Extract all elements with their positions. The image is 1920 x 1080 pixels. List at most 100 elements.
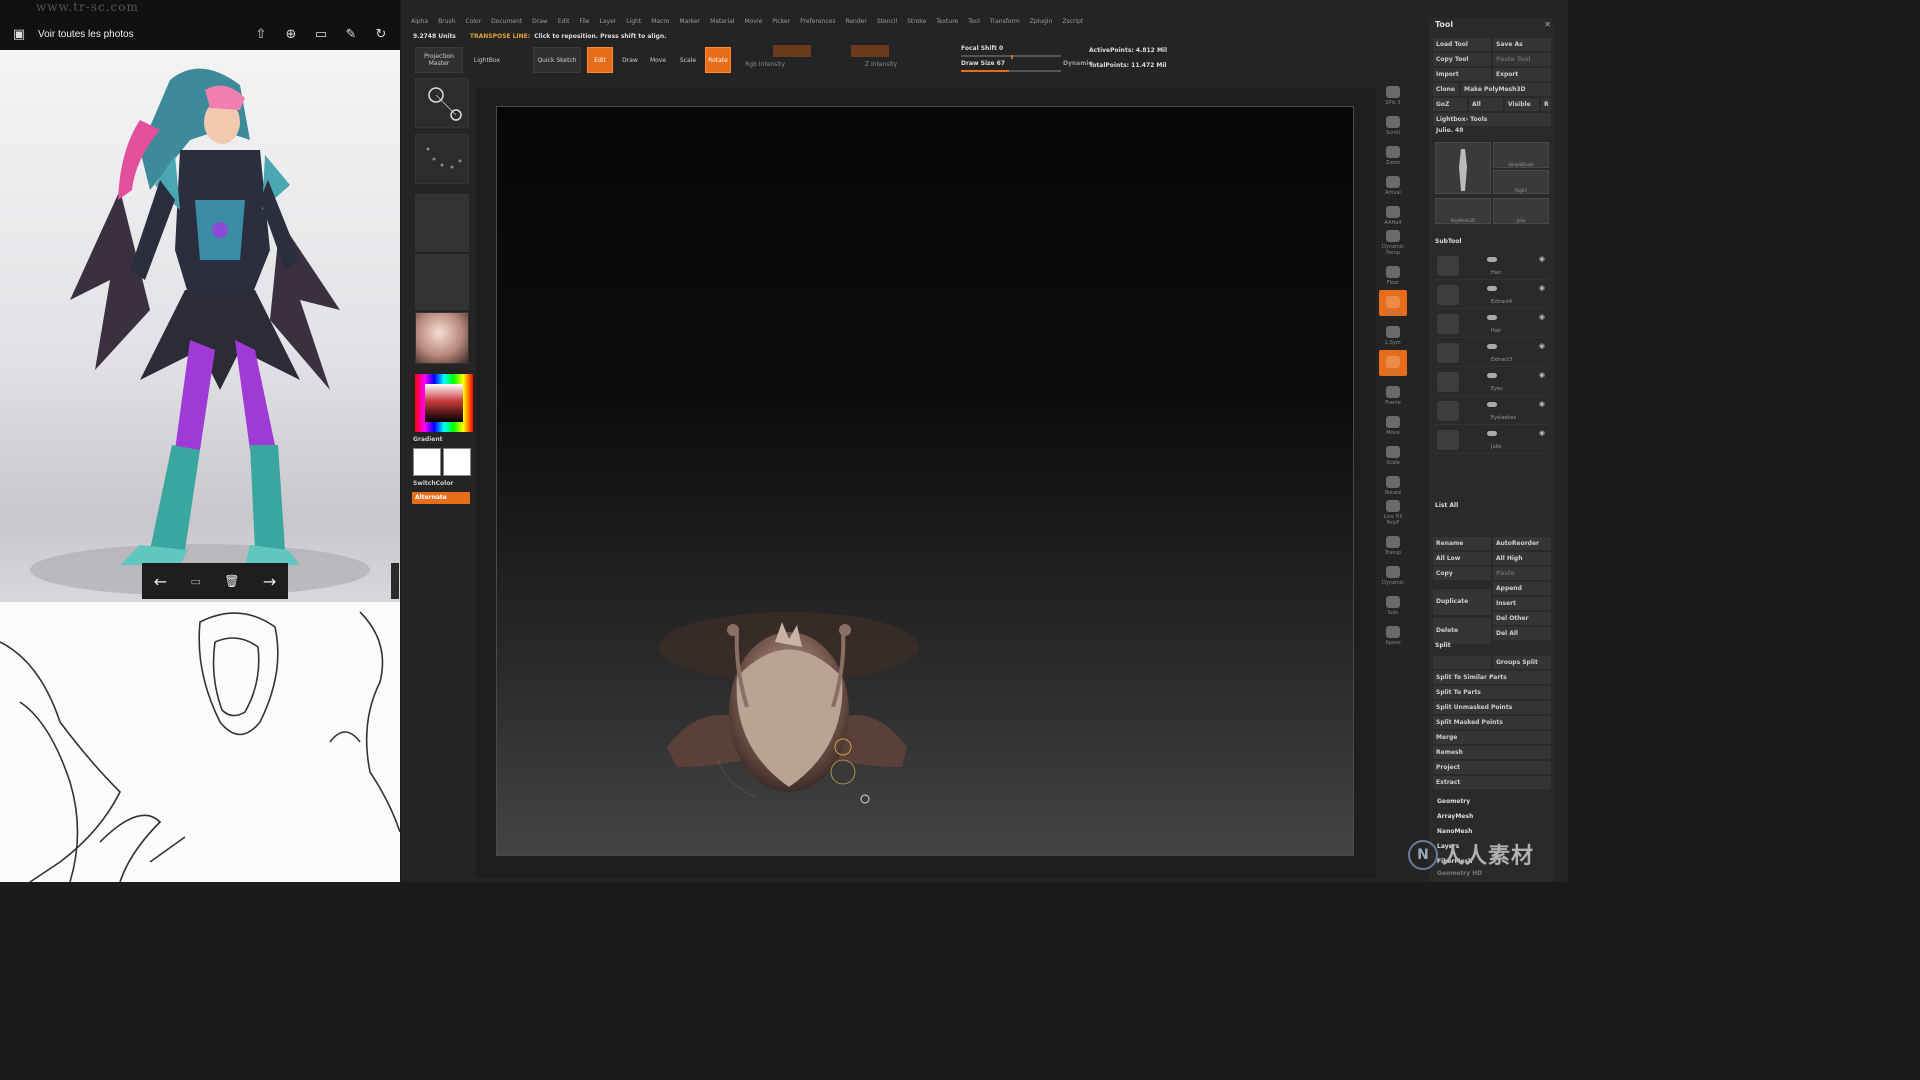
all-high-button[interactable]: All High [1493, 552, 1551, 565]
move-mode-button[interactable]: Move [645, 47, 671, 73]
menu-texture[interactable]: Texture [936, 18, 958, 32]
subtool-section-title[interactable]: SubTool [1435, 238, 1461, 245]
subtool-toggle[interactable] [1487, 402, 1497, 407]
menu-render[interactable]: Render [845, 18, 866, 32]
shelf-transp-button[interactable]: Transp [1379, 530, 1407, 556]
focal-shift-slider[interactable]: Focal Shift 0 [961, 45, 1003, 52]
nanomesh-section[interactable]: NanoMesh [1437, 828, 1472, 835]
geometry-hd-section[interactable]: Geometry HD [1437, 870, 1482, 877]
z-intensity-slider[interactable]: Z Intensity [851, 59, 911, 69]
shelf-spix-3-button[interactable]: SPix 3 [1379, 80, 1407, 106]
rotate-icon[interactable]: ↻ [370, 23, 392, 45]
menu-tool[interactable]: Tool [968, 18, 980, 32]
tool-thumb-rig[interactable]: Rig03 [1493, 170, 1549, 194]
photo-scrollbar[interactable] [391, 563, 399, 599]
projection-master-button[interactable]: Projection Master [415, 47, 463, 73]
shelf-scroll-button[interactable]: Scroll [1379, 110, 1407, 136]
copy-button[interactable]: Copy [1433, 567, 1491, 580]
all-low-button[interactable]: All Low [1433, 552, 1491, 565]
menu-layer[interactable]: Layer [600, 18, 617, 32]
insert-button[interactable]: Insert [1493, 597, 1551, 610]
menu-edit[interactable]: Edit [558, 18, 570, 32]
mrgb-button[interactable] [773, 45, 811, 57]
shelf-local-button[interactable]: Local [1379, 290, 1407, 316]
current-tool-thumbnail[interactable] [1435, 142, 1491, 194]
subtool-item[interactable]: ◉ Julie [1435, 426, 1549, 454]
split-masked-button[interactable]: Split Masked Points [1433, 716, 1551, 729]
menu-zplugin[interactable]: Zplugin [1030, 18, 1053, 32]
eye-icon[interactable]: ◉ [1539, 342, 1545, 350]
paste-tool-button[interactable]: Paste Tool [1493, 53, 1551, 66]
menu-alpha[interactable]: Alpha [411, 18, 428, 32]
edit-icon[interactable]: ✎ [340, 23, 362, 45]
edit-mode-button[interactable]: Edit [587, 47, 613, 73]
brush-selector[interactable] [415, 78, 469, 128]
save-as-button[interactable]: Save As [1493, 38, 1551, 51]
subtool-item[interactable]: ◉ Extract3 [1435, 339, 1549, 367]
rename-button[interactable]: Rename [1433, 537, 1491, 550]
list-all-button[interactable]: List All [1435, 502, 1458, 509]
export-button[interactable]: Export [1493, 68, 1551, 81]
menu-file[interactable]: File [579, 18, 589, 32]
draw-mode-button[interactable]: Draw [617, 47, 643, 73]
subtool-item[interactable]: ◉ Extract4 [1435, 281, 1549, 309]
menu-document[interactable]: Document [491, 18, 522, 32]
shelf-frame-button[interactable]: Frame [1379, 380, 1407, 406]
switch-color-button[interactable]: SwitchColor [413, 480, 453, 487]
rgb-intensity-slider[interactable]: Rgb Intensity [735, 59, 795, 69]
shelf-line-fill-polyf-button[interactable]: Line Fill PolyF [1379, 500, 1407, 526]
eye-icon[interactable]: ◉ [1539, 313, 1545, 321]
lightbox-button[interactable]: LightBox [465, 47, 509, 73]
subtool-toggle[interactable] [1487, 257, 1497, 262]
copy-tool-button[interactable]: Copy Tool [1433, 53, 1491, 66]
zoom-icon[interactable]: ⊕ [280, 23, 302, 45]
share-icon[interactable]: ⇧ [250, 23, 272, 45]
clone-button[interactable]: Clone [1433, 83, 1459, 96]
focal-shift-handle[interactable] [1011, 55, 1013, 59]
shelf-rotate-button[interactable]: Rotate [1379, 470, 1407, 496]
del-all-button[interactable]: Del All [1493, 627, 1551, 640]
menu-picker[interactable]: Picker [772, 18, 790, 32]
menu-light[interactable]: Light [626, 18, 641, 32]
extract-section[interactable]: Extract [1433, 776, 1551, 789]
subtool-item[interactable]: ◉ Eyes [1435, 368, 1549, 396]
subtool-toggle[interactable] [1487, 373, 1497, 378]
slideshow-icon[interactable]: ▭ [310, 23, 332, 45]
menu-stencil[interactable]: Stencil [877, 18, 897, 32]
goz-button[interactable]: GoZ [1433, 98, 1467, 111]
photos-icon[interactable]: ▣ [8, 23, 30, 45]
menu-macro[interactable]: Macro [651, 18, 669, 32]
eye-icon[interactable]: ◉ [1539, 371, 1545, 379]
geometry-section[interactable]: Geometry [1437, 798, 1470, 805]
texture-selector[interactable] [415, 254, 469, 310]
subtool-item[interactable]: ◉ Eyelashes [1435, 397, 1549, 425]
draw-size-slider[interactable]: Draw Size 67 [961, 60, 1005, 67]
split-hidden-button[interactable] [1433, 656, 1491, 669]
alternate-button[interactable]: Alternate [412, 492, 470, 504]
split-unmasked-button[interactable]: Split Unmasked Points [1433, 701, 1551, 714]
current-tool-slider[interactable]: Julie. 48 [1433, 124, 1551, 137]
goz-all-button[interactable]: All [1469, 98, 1503, 111]
shelf-floor-button[interactable]: Floor [1379, 260, 1407, 286]
project-section[interactable]: Project [1433, 761, 1551, 774]
subtool-toggle[interactable] [1487, 431, 1497, 436]
split-similar-button[interactable]: Split To Similar Parts [1433, 671, 1551, 684]
arraymesh-section[interactable]: ArrayMesh [1437, 813, 1473, 820]
main-color-chip[interactable] [413, 448, 441, 476]
goz-r-button[interactable]: R [1541, 98, 1551, 111]
tool-thumb-julie[interactable]: Julie [1493, 198, 1549, 224]
load-tool-button[interactable]: Load Tool [1433, 38, 1491, 51]
auto-reorder-button[interactable]: AutoReorder [1493, 537, 1551, 550]
next-arrow-icon[interactable]: → [263, 572, 276, 591]
menu-zscript[interactable]: Zscript [1062, 18, 1083, 32]
secondary-color-chip[interactable] [443, 448, 471, 476]
subtool-toggle[interactable] [1487, 344, 1497, 349]
split-parts-button[interactable]: Split To Parts [1433, 686, 1551, 699]
tool-thumb-simplebrush[interactable]: SimpleBrush [1493, 142, 1549, 168]
eye-icon[interactable]: ◉ [1539, 284, 1545, 292]
shelf-aahalf-button[interactable]: AAHalf [1379, 200, 1407, 226]
paste-button[interactable]: Paste [1493, 567, 1551, 580]
menu-color[interactable]: Color [465, 18, 481, 32]
previous-arrow-icon[interactable]: ← [154, 572, 167, 591]
menu-draw[interactable]: Draw [532, 18, 548, 32]
